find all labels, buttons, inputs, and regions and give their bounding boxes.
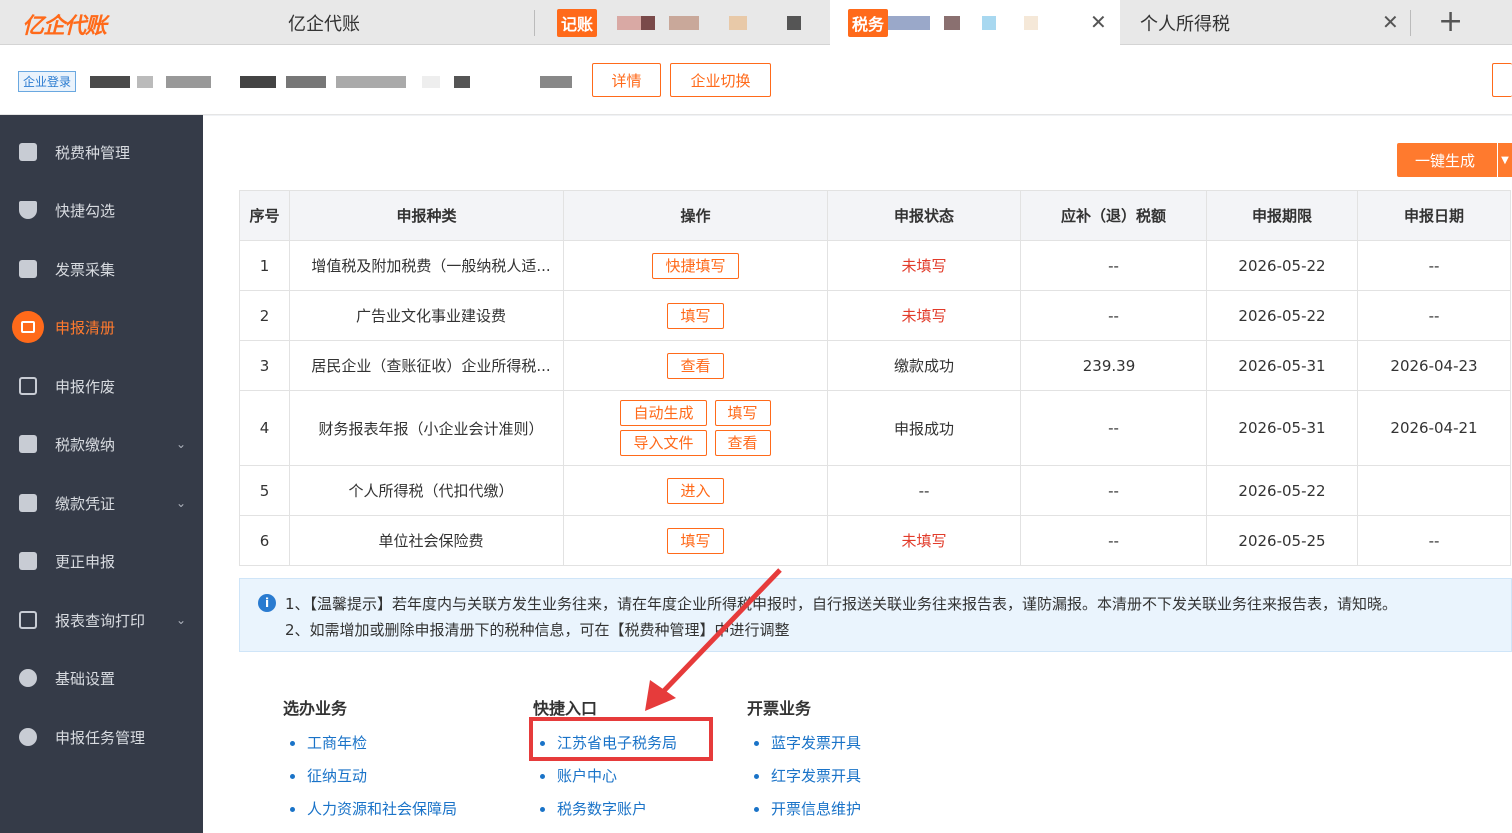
annotation-arrow-icon (645, 568, 782, 711)
